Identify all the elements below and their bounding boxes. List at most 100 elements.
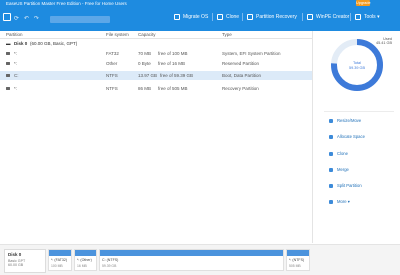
- app-title: EaseUS Partition Master Free Edition - F…: [6, 1, 127, 6]
- segment-size: 16 MB: [77, 264, 87, 268]
- table-row[interactable]: *: Other 0 Byte free of 16 MB Reserved P…: [0, 59, 312, 68]
- segment-label: *: (NTFS): [289, 258, 305, 262]
- winpe-icon: [307, 13, 313, 20]
- usage-donut-chart: Total 59.39 GB: [331, 39, 383, 91]
- diskmap-segment[interactable]: C: (NTFS) 59.39 GB: [99, 249, 284, 271]
- partition-name: *:: [14, 51, 18, 56]
- disk-card-size: 60.00 GB: [8, 263, 24, 267]
- partition-recovery-label: Partition Recovery: [256, 14, 297, 20]
- partition-free: free of 59.39 GB: [160, 73, 194, 78]
- split-partition-action[interactable]: Split Partition: [329, 182, 362, 190]
- disk-expander-icon[interactable]: ▬: [6, 39, 11, 48]
- side-separator: [324, 111, 394, 112]
- clone-icon: [217, 13, 223, 20]
- clone-button[interactable]: Clone: [217, 13, 239, 21]
- partition-fs: NTFS: [106, 86, 118, 91]
- segment-label: C: (NTFS): [102, 258, 119, 262]
- disk-info: (60.00 GB, Basic, GPT): [30, 41, 78, 46]
- allocate-icon: [329, 134, 333, 139]
- partition-type: Boot, Data Partition: [222, 73, 262, 78]
- clone-label: Clone: [226, 14, 240, 20]
- partition-icon: [6, 87, 10, 90]
- disk-row[interactable]: ▬ Disk 0 (60.00 GB, Basic, GPT): [0, 39, 312, 48]
- segment-bar: [100, 250, 283, 256]
- partition-table-header: Partition File system Capacity Type: [0, 31, 312, 39]
- allocate-space-action[interactable]: Allocate Space: [329, 133, 365, 141]
- partition-fs: Other: [106, 61, 118, 66]
- merge-label: Merge: [337, 167, 349, 172]
- partition-name: C:: [14, 73, 19, 78]
- partition-icon: [6, 74, 10, 77]
- table-row[interactable]: *: NTFS 86 MB free of 505 MB Recovery Pa…: [0, 84, 312, 93]
- partition-used: 13.97 GB: [138, 73, 158, 78]
- segment-size: 100 MB: [51, 264, 63, 268]
- table-row-selected[interactable]: C: NTFS 13.97 GB free of 59.39 GB Boot, …: [0, 71, 312, 80]
- donut-label: Total: [353, 61, 361, 65]
- diskmap-segment[interactable]: *: (Other) 16 MB: [74, 249, 97, 271]
- clone-action-label: Clone: [337, 151, 348, 156]
- donut-value: 59.39 GB: [349, 66, 366, 70]
- partition-icon: [6, 62, 10, 65]
- segment-bar: [287, 250, 309, 256]
- winpe-creator-button[interactable]: WinPE Creator: [307, 13, 349, 21]
- partition-type: Reserved Partition: [222, 61, 260, 66]
- segment-size: 505 MB: [289, 264, 301, 268]
- segment-bar: [75, 250, 96, 256]
- migrate-os-label: Migrate OS: [183, 14, 209, 20]
- upgrade-button[interactable]: Upgrade: [356, 0, 371, 6]
- table-row[interactable]: *: FAT32 70 MB free of 100 MB System, EF…: [0, 49, 312, 58]
- merge-action[interactable]: Merge: [329, 166, 349, 174]
- toolbar-separator: [302, 13, 303, 21]
- partition-free: free of 100 MB: [158, 51, 188, 56]
- partition-fs: FAT32: [106, 51, 119, 56]
- col-type[interactable]: Type: [222, 31, 232, 38]
- recovery-icon: [247, 13, 253, 20]
- partition-type: Recovery Partition: [222, 86, 259, 91]
- split-icon: [329, 183, 333, 188]
- toolbar-separator: [242, 13, 243, 21]
- more-action[interactable]: More ▾: [329, 198, 350, 206]
- partition-icon: [6, 52, 10, 55]
- partition-recovery-button[interactable]: Partition Recovery: [247, 13, 297, 21]
- partition-used: 0 Byte: [138, 61, 151, 66]
- partition-used: 70 MB: [138, 51, 152, 56]
- segment-size: 59.39 GB: [102, 264, 117, 268]
- split-partition-label: Split Partition: [337, 183, 362, 188]
- partition-fs: NTFS: [106, 73, 118, 78]
- migrate-os-button[interactable]: Migrate OS: [174, 13, 208, 21]
- disk-name: Disk 0: [14, 41, 28, 46]
- resize-move-label: Resize/Move: [337, 118, 362, 123]
- col-filesystem[interactable]: File system: [106, 31, 129, 38]
- col-partition[interactable]: Partition: [6, 31, 23, 38]
- clone-icon: [329, 151, 333, 156]
- merge-icon: [329, 167, 333, 172]
- tools-label: Tools: [364, 14, 376, 20]
- more-label: More: [337, 199, 347, 204]
- resize-icon: [329, 118, 333, 123]
- clone-action[interactable]: Clone: [329, 150, 348, 158]
- disk-card[interactable]: Disk 0 Basic GPT 60.00 GB: [4, 249, 46, 273]
- partition-name: *:: [14, 61, 18, 66]
- more-icon: [329, 199, 333, 204]
- partition-type: System, EFI System Partition: [222, 51, 281, 56]
- toolbar-separator: [212, 13, 213, 21]
- migrate-icon: [174, 13, 180, 20]
- resize-move-action[interactable]: Resize/Move: [329, 117, 361, 125]
- search-input[interactable]: [50, 16, 110, 23]
- diskmap-segment[interactable]: *: (FAT32) 100 MB: [48, 249, 72, 271]
- undo-icon[interactable]: ↶: [24, 15, 30, 22]
- segment-label: *: (Other): [77, 258, 92, 262]
- col-capacity[interactable]: Capacity: [138, 31, 156, 38]
- diskmap-segment[interactable]: *: (NTFS) 505 MB: [286, 249, 310, 271]
- title-bar: EaseUS Partition Master Free Edition - F…: [0, 0, 400, 7]
- refresh-icon[interactable]: ⟳: [14, 15, 20, 22]
- segment-label: *: (FAT32): [51, 258, 68, 262]
- disk-card-name: Disk 0: [8, 252, 22, 257]
- partition-free: free of 16 MB: [158, 61, 186, 66]
- tools-icon: [355, 13, 361, 20]
- winpe-creator-label: WinPE Creator: [316, 14, 350, 20]
- tools-button[interactable]: Tools ▾: [355, 13, 380, 21]
- redo-icon[interactable]: ↷: [34, 15, 40, 22]
- allocate-space-label: Allocate Space: [337, 134, 365, 139]
- partition-free: free of 505 MB: [158, 86, 188, 91]
